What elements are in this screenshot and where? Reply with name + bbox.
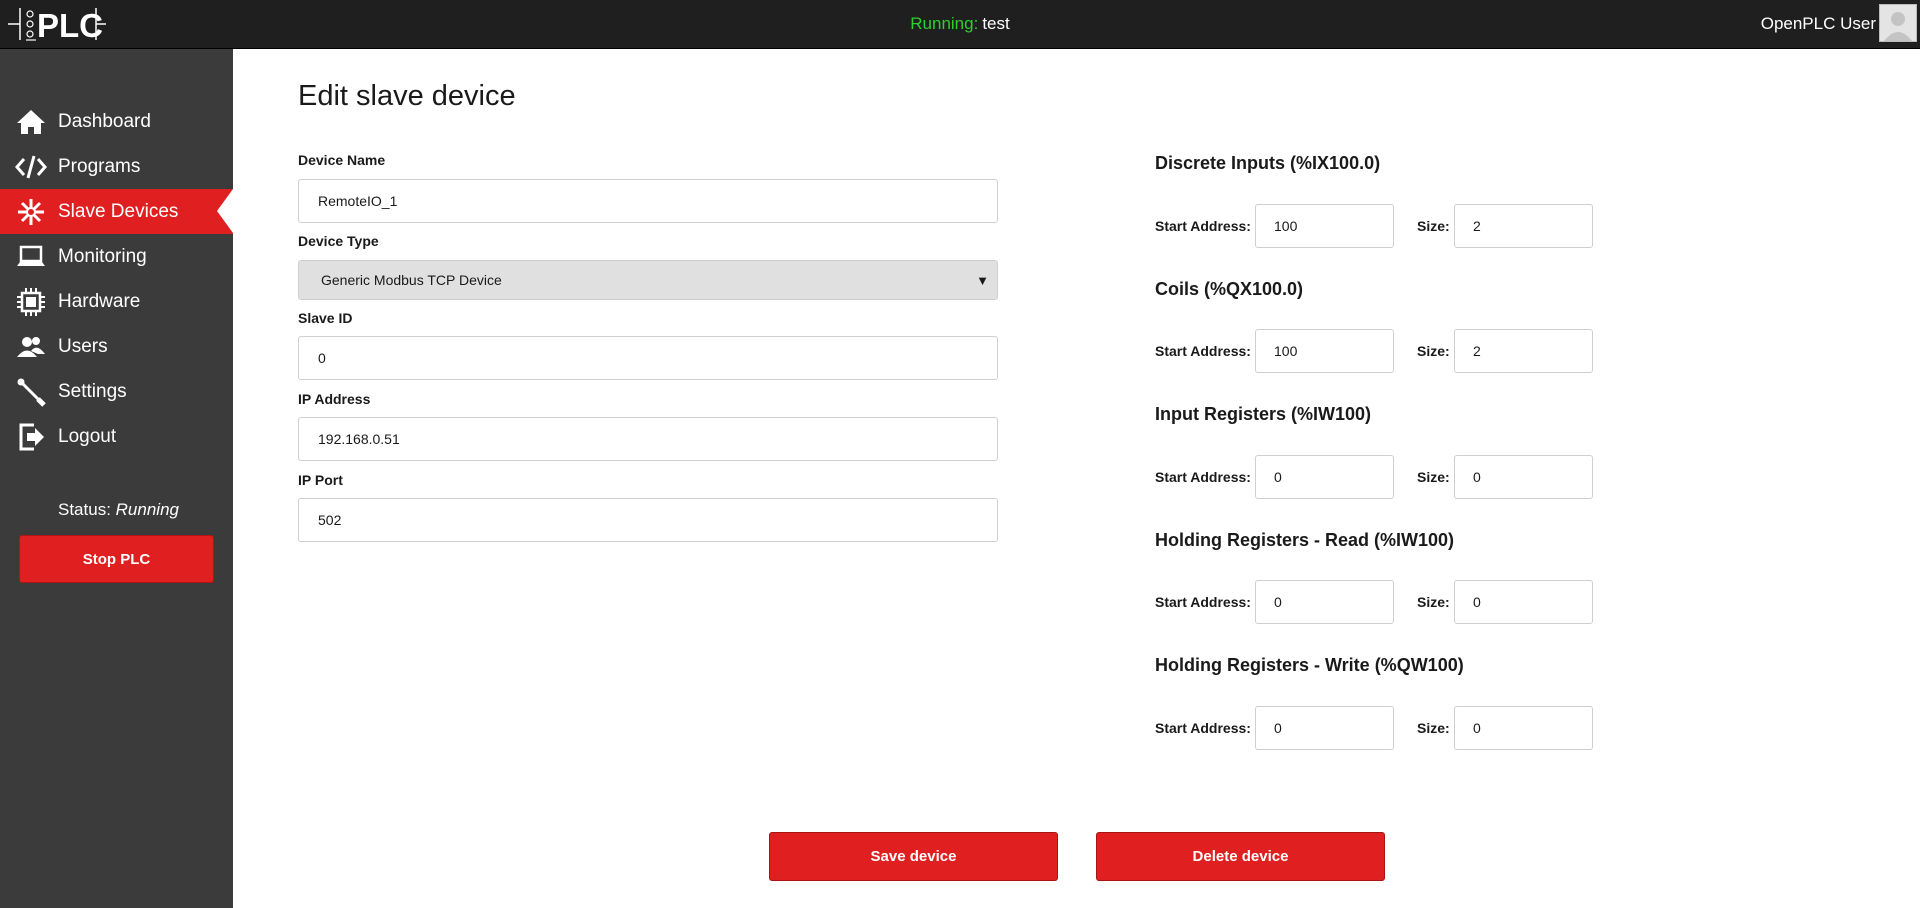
sidebar-item-dashboard[interactable]: Dashboard [0,99,233,144]
sidebar-item-label: Slave Devices [58,200,179,222]
start-address-input[interactable]: 100 [1255,204,1394,248]
section-title: Holding Registers - Read (%IW100) [1155,530,1455,550]
size-label: Size: [1417,218,1450,234]
sidebar-item-slave-devices[interactable]: Slave Devices [0,189,233,234]
sidebar-item-label: Programs [58,155,141,177]
start-address-value: 100 [1274,218,1298,234]
size-label: Size: [1417,594,1450,610]
start-address-label: Start Address: [1155,594,1251,610]
stop-plc-button[interactable]: Stop PLC [19,535,214,583]
user-name[interactable]: OpenPLC User [1761,14,1876,34]
sidebar-item-programs[interactable]: Programs [0,144,233,189]
start-address-value: 0 [1274,720,1282,736]
plc-status: Status: Running [58,500,179,520]
sidebar-item-label: Settings [58,380,127,402]
device-type-value: Generic Modbus TCP Device [321,272,502,288]
device-type-label: Device Type [298,233,379,249]
size-input[interactable]: 0 [1454,706,1593,750]
laptop-icon [14,242,48,272]
size-input[interactable]: 0 [1454,455,1593,499]
size-input[interactable]: 2 [1454,329,1593,373]
sidebar-item-hardware[interactable]: Hardware [0,279,233,324]
users-icon [14,332,48,362]
device-name-value: RemoteIO_1 [318,193,398,209]
start-address-input[interactable]: 0 [1255,706,1394,750]
code-icon [14,152,48,182]
chip-icon [14,287,48,317]
slave-id-label: Slave ID [298,310,353,326]
size-value: 2 [1473,218,1481,234]
size-input[interactable]: 0 [1454,580,1593,624]
sidebar-item-label: Logout [58,425,117,447]
page-title: Edit slave device [298,80,516,112]
ip-address-label: IP Address [298,391,371,407]
start-address-input[interactable]: 100 [1255,329,1394,373]
sidebar-item-label: Hardware [58,290,141,312]
section-title: Holding Registers - Write (%QW100) [1155,655,1464,675]
delete-device-button[interactable]: Delete device [1096,832,1385,881]
sidebar-item-users[interactable]: Users [0,324,233,369]
size-label: Size: [1417,469,1450,485]
device-name-label: Device Name [298,152,386,168]
size-value: 0 [1473,720,1481,736]
status-label: Status: [58,500,111,519]
sidebar-item-label: Monitoring [58,245,147,267]
size-label: Size: [1417,343,1450,359]
gear-network-icon [14,197,48,227]
ip-port-input[interactable]: 502 [298,498,998,542]
start-address-label: Start Address: [1155,218,1251,234]
ip-port-value: 502 [318,512,342,528]
logout-icon [14,422,48,452]
sidebar: Dashboard Programs Slave Devices Monitor… [0,49,233,908]
start-address-value: 0 [1274,594,1282,610]
start-address-input[interactable]: 0 [1255,580,1394,624]
section-title: Discrete Inputs (%IX100.0) [1155,153,1381,173]
dropdown-arrow-icon: ▼ [976,272,989,288]
running-label: Running: [910,14,979,33]
start-address-input[interactable]: 0 [1255,455,1394,499]
home-icon [14,107,48,137]
size-input[interactable]: 2 [1454,204,1593,248]
logo-text: PLC [37,7,103,42]
start-address-label: Start Address: [1155,469,1251,485]
slave-id-value: 0 [318,350,326,366]
device-type-select[interactable]: Generic Modbus TCP Device ▼ [298,260,998,300]
size-value: 2 [1473,343,1481,359]
ip-port-label: IP Port [298,472,343,488]
sidebar-item-settings[interactable]: Settings [0,369,233,414]
slave-id-input[interactable]: 0 [298,336,998,380]
start-address-value: 100 [1274,343,1298,359]
plc-logo-icon: PLC [8,7,106,44]
sidebar-item-label: Users [58,335,108,357]
user-avatar-icon [1880,5,1916,41]
sidebar-nav: Dashboard Programs Slave Devices Monitor… [0,99,233,459]
section-title: Coils (%QX100.0) [1155,279,1304,299]
start-address-label: Start Address: [1155,720,1251,736]
device-name-input[interactable]: RemoteIO_1 [298,179,998,223]
sidebar-item-label: Dashboard [58,110,151,132]
size-value: 0 [1473,469,1481,485]
status-value: Running [115,500,179,519]
sidebar-item-logout[interactable]: Logout [0,414,233,459]
size-label: Size: [1417,720,1450,736]
save-device-button[interactable]: Save device [769,832,1058,881]
ip-address-value: 192.168.0.51 [318,431,400,447]
top-bar: PLC Running: test OpenPLC User [0,0,1920,49]
wrench-icon [14,377,48,407]
sidebar-item-monitoring[interactable]: Monitoring [0,234,233,279]
openplc-logo[interactable]: PLC [8,6,106,44]
size-value: 0 [1473,594,1481,610]
program-name: test [982,14,1010,33]
running-status: Running: test [0,14,1920,34]
section-title: Input Registers (%IW100) [1155,404,1372,424]
start-address-value: 0 [1274,469,1282,485]
avatar[interactable] [1879,4,1917,42]
ip-address-input[interactable]: 192.168.0.51 [298,417,998,461]
start-address-label: Start Address: [1155,343,1251,359]
